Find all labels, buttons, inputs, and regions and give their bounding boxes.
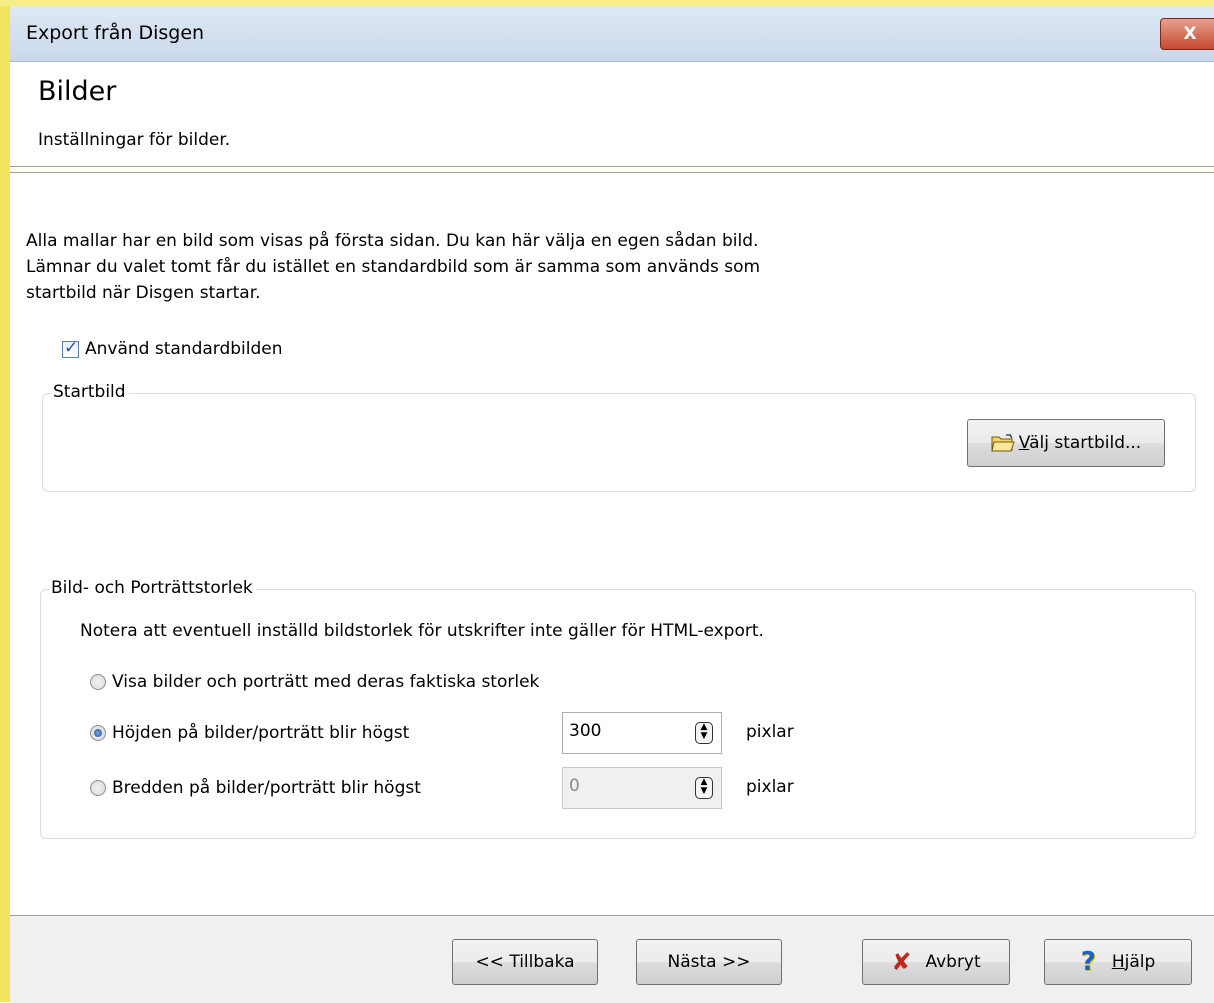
radio-max-width[interactable] xyxy=(90,780,106,796)
startbild-group-legend: Startbild xyxy=(52,382,129,402)
window-title: Export från Disgen xyxy=(26,22,205,44)
folder-open-icon xyxy=(991,434,1015,452)
button-text: älj startbild... xyxy=(1029,433,1142,453)
cancel-button[interactable]: ✘ Avbryt xyxy=(862,939,1010,985)
intro-text: Alla mallar har en bild som visas på för… xyxy=(26,228,926,306)
intro-line: startbild när Disgen startar. xyxy=(26,283,261,303)
page-subtitle: Inställningar för bilder. xyxy=(38,130,231,150)
use-default-image-row[interactable]: ✓ Använd standardbilden xyxy=(62,337,283,359)
back-button[interactable]: << Tillbaka xyxy=(452,939,598,985)
choose-start-image-label: Välj startbild... xyxy=(1019,433,1141,453)
max-width-input[interactable]: 0 ▲ ▼ xyxy=(562,767,722,809)
accelerator-key: H xyxy=(1111,952,1125,972)
max-width-value: 0 xyxy=(569,776,580,796)
intro-line: Alla mallar har en bild som visas på för… xyxy=(26,231,759,251)
max-width-spinner[interactable]: ▲ ▼ xyxy=(695,777,713,799)
choose-start-image-button[interactable]: Välj startbild... xyxy=(967,419,1165,467)
close-icon: X xyxy=(1183,24,1197,44)
checkmark-icon: ✓ xyxy=(64,337,79,358)
use-default-image-checkbox[interactable]: ✓ xyxy=(62,337,79,358)
wizard-header: Bilder Inställningar för bilder. xyxy=(10,62,1214,167)
radio-max-height-row[interactable]: Höjden på bilder/porträtt blir högst xyxy=(90,723,409,743)
radio-max-height-label: Höjden på bilder/porträtt blir högst xyxy=(112,723,410,743)
max-width-unit: pixlar xyxy=(746,777,794,797)
radio-actual-size-label: Visa bilder och porträtt med deras fakti… xyxy=(112,672,540,692)
max-height-spinner[interactable]: ▲ ▼ xyxy=(695,722,713,744)
radio-actual-size[interactable] xyxy=(90,674,106,690)
question-icon: ? xyxy=(1080,947,1096,977)
button-text: jälp xyxy=(1124,952,1156,972)
image-size-group-legend: Bild- och Porträttstorlek xyxy=(50,578,256,598)
radio-actual-size-row[interactable]: Visa bilder och porträtt med deras fakti… xyxy=(90,672,539,692)
page-title: Bilder xyxy=(38,76,117,107)
max-height-unit: pixlar xyxy=(746,722,794,742)
next-button[interactable]: Nästa >> xyxy=(636,939,782,985)
x-cancel-icon: ✘ xyxy=(891,948,912,976)
max-height-input[interactable]: 300 ▲ ▼ xyxy=(562,712,722,754)
help-label: Hjälp xyxy=(1112,952,1155,972)
max-height-value: 300 xyxy=(569,721,602,741)
wizard-footer: << Tillbaka Nästa >> ✘ Avbryt ? Hjälp xyxy=(10,915,1214,1003)
title-bar[interactable]: Export från Disgen X xyxy=(10,6,1214,62)
image-size-note: Notera att eventuell inställd bildstorle… xyxy=(80,621,764,641)
radio-max-height[interactable] xyxy=(90,725,106,741)
radio-max-width-row[interactable]: Bredden på bilder/porträtt blir högst xyxy=(90,778,421,798)
cancel-label: Avbryt xyxy=(925,952,981,972)
wizard-content: Alla mallar har en bild som visas på för… xyxy=(10,172,1214,915)
accelerator-key: V xyxy=(1018,433,1030,453)
close-button[interactable]: X xyxy=(1160,18,1214,50)
help-button[interactable]: ? Hjälp xyxy=(1044,939,1192,985)
radio-max-width-label: Bredden på bilder/porträtt blir högst xyxy=(112,778,421,798)
use-default-image-label: Använd standardbilden xyxy=(85,339,283,359)
intro-line: Lämnar du valet tomt får du istället en … xyxy=(26,257,761,277)
